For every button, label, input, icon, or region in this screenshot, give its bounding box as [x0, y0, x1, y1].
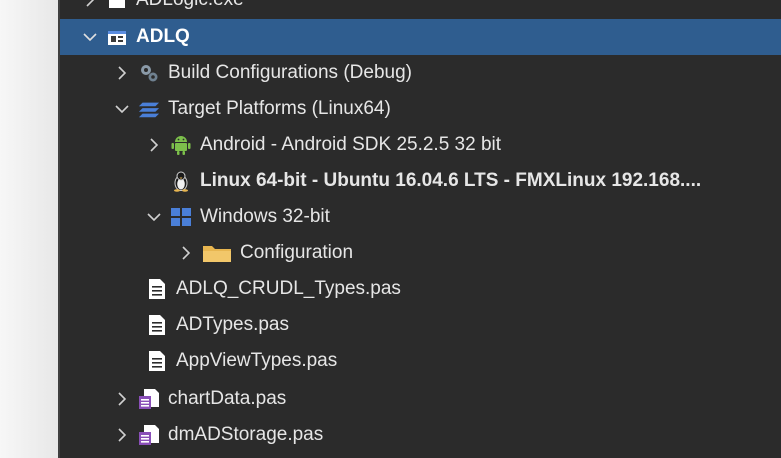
tree-item-form-file[interactable]: chartData.pas: [60, 381, 781, 417]
chevron-right-icon[interactable]: [112, 63, 132, 83]
form-file-icon: [138, 424, 160, 446]
form-file-icon: [138, 388, 160, 410]
chevron-down-icon[interactable]: [144, 207, 164, 227]
tree-item-build-configurations[interactable]: Build Configurations (Debug): [60, 55, 781, 91]
windows-icon: [170, 206, 192, 228]
exe-icon: [106, 0, 128, 11]
tree-item-label: dmADStorage.pas: [168, 424, 324, 445]
tree-item-file[interactable]: ADLQ_CRUDL_Types.pas: [60, 271, 781, 307]
tree-item-file[interactable]: ADTypes.pas: [60, 307, 781, 343]
tree-item-label: ADLQ: [136, 26, 190, 47]
project-tree-panel[interactable]: ADLogic.exe ADLQ: [58, 0, 781, 458]
pas-file-icon: [146, 314, 168, 336]
tree-item-label: ADTypes.pas: [176, 314, 289, 335]
chevron-right-icon[interactable]: [112, 389, 132, 409]
tree-item-label: Windows 32-bit: [200, 206, 330, 227]
tree-item-label: Android - Android SDK 25.2.5 32 bit: [200, 134, 502, 155]
tree-item-label: ADLogic.exe: [136, 0, 244, 11]
target-platforms-icon: [138, 98, 160, 120]
tree-item-target-platforms[interactable]: Target Platforms (Linux64): [60, 91, 781, 127]
chevron-right-icon[interactable]: [144, 135, 164, 155]
build-config-icon: [138, 62, 160, 84]
folder-icon: [202, 242, 232, 264]
tree-item-label: chartData.pas: [168, 388, 287, 409]
tree-item-android-platform[interactable]: Android - Android SDK 25.2.5 32 bit: [60, 127, 781, 163]
tree-item-label: Build Configurations (Debug): [168, 62, 412, 83]
tree-item-adlogic-exe[interactable]: ADLogic.exe: [60, 0, 781, 18]
tree-item-label: ADLQ_CRUDL_Types.pas: [176, 278, 401, 299]
tree-item-file[interactable]: AppViewTypes.pas: [60, 343, 781, 379]
window-background: [0, 0, 58, 458]
pas-file-icon: [146, 350, 168, 372]
tree-item-configuration-folder[interactable]: Configuration: [60, 235, 781, 271]
chevron-right-icon[interactable]: [176, 243, 196, 263]
tree-item-label: Linux 64-bit - Ubuntu 16.04.6 LTS - FMXL…: [200, 170, 702, 191]
chevron-down-icon[interactable]: [112, 99, 132, 119]
tree-item-label: Target Platforms (Linux64): [168, 98, 391, 119]
tree-item-form-file[interactable]: dmADStorage.pas: [60, 417, 781, 453]
tree-item-linux64-platform[interactable]: Linux 64-bit - Ubuntu 16.04.6 LTS - FMXL…: [60, 163, 781, 199]
tree-item-adlq-project[interactable]: ADLQ: [60, 19, 781, 55]
chevron-right-icon[interactable]: [80, 0, 100, 10]
chevron-right-icon[interactable]: [112, 425, 132, 445]
chevron-down-icon[interactable]: [80, 27, 100, 47]
pas-file-icon: [146, 278, 168, 300]
tree-item-label: Configuration: [240, 242, 354, 263]
linux-icon: [170, 170, 192, 192]
project-icon: [106, 26, 128, 48]
tree-item-windows32-platform[interactable]: Windows 32-bit: [60, 199, 781, 235]
android-icon: [170, 134, 192, 156]
tree-item-label: AppViewTypes.pas: [176, 350, 338, 371]
